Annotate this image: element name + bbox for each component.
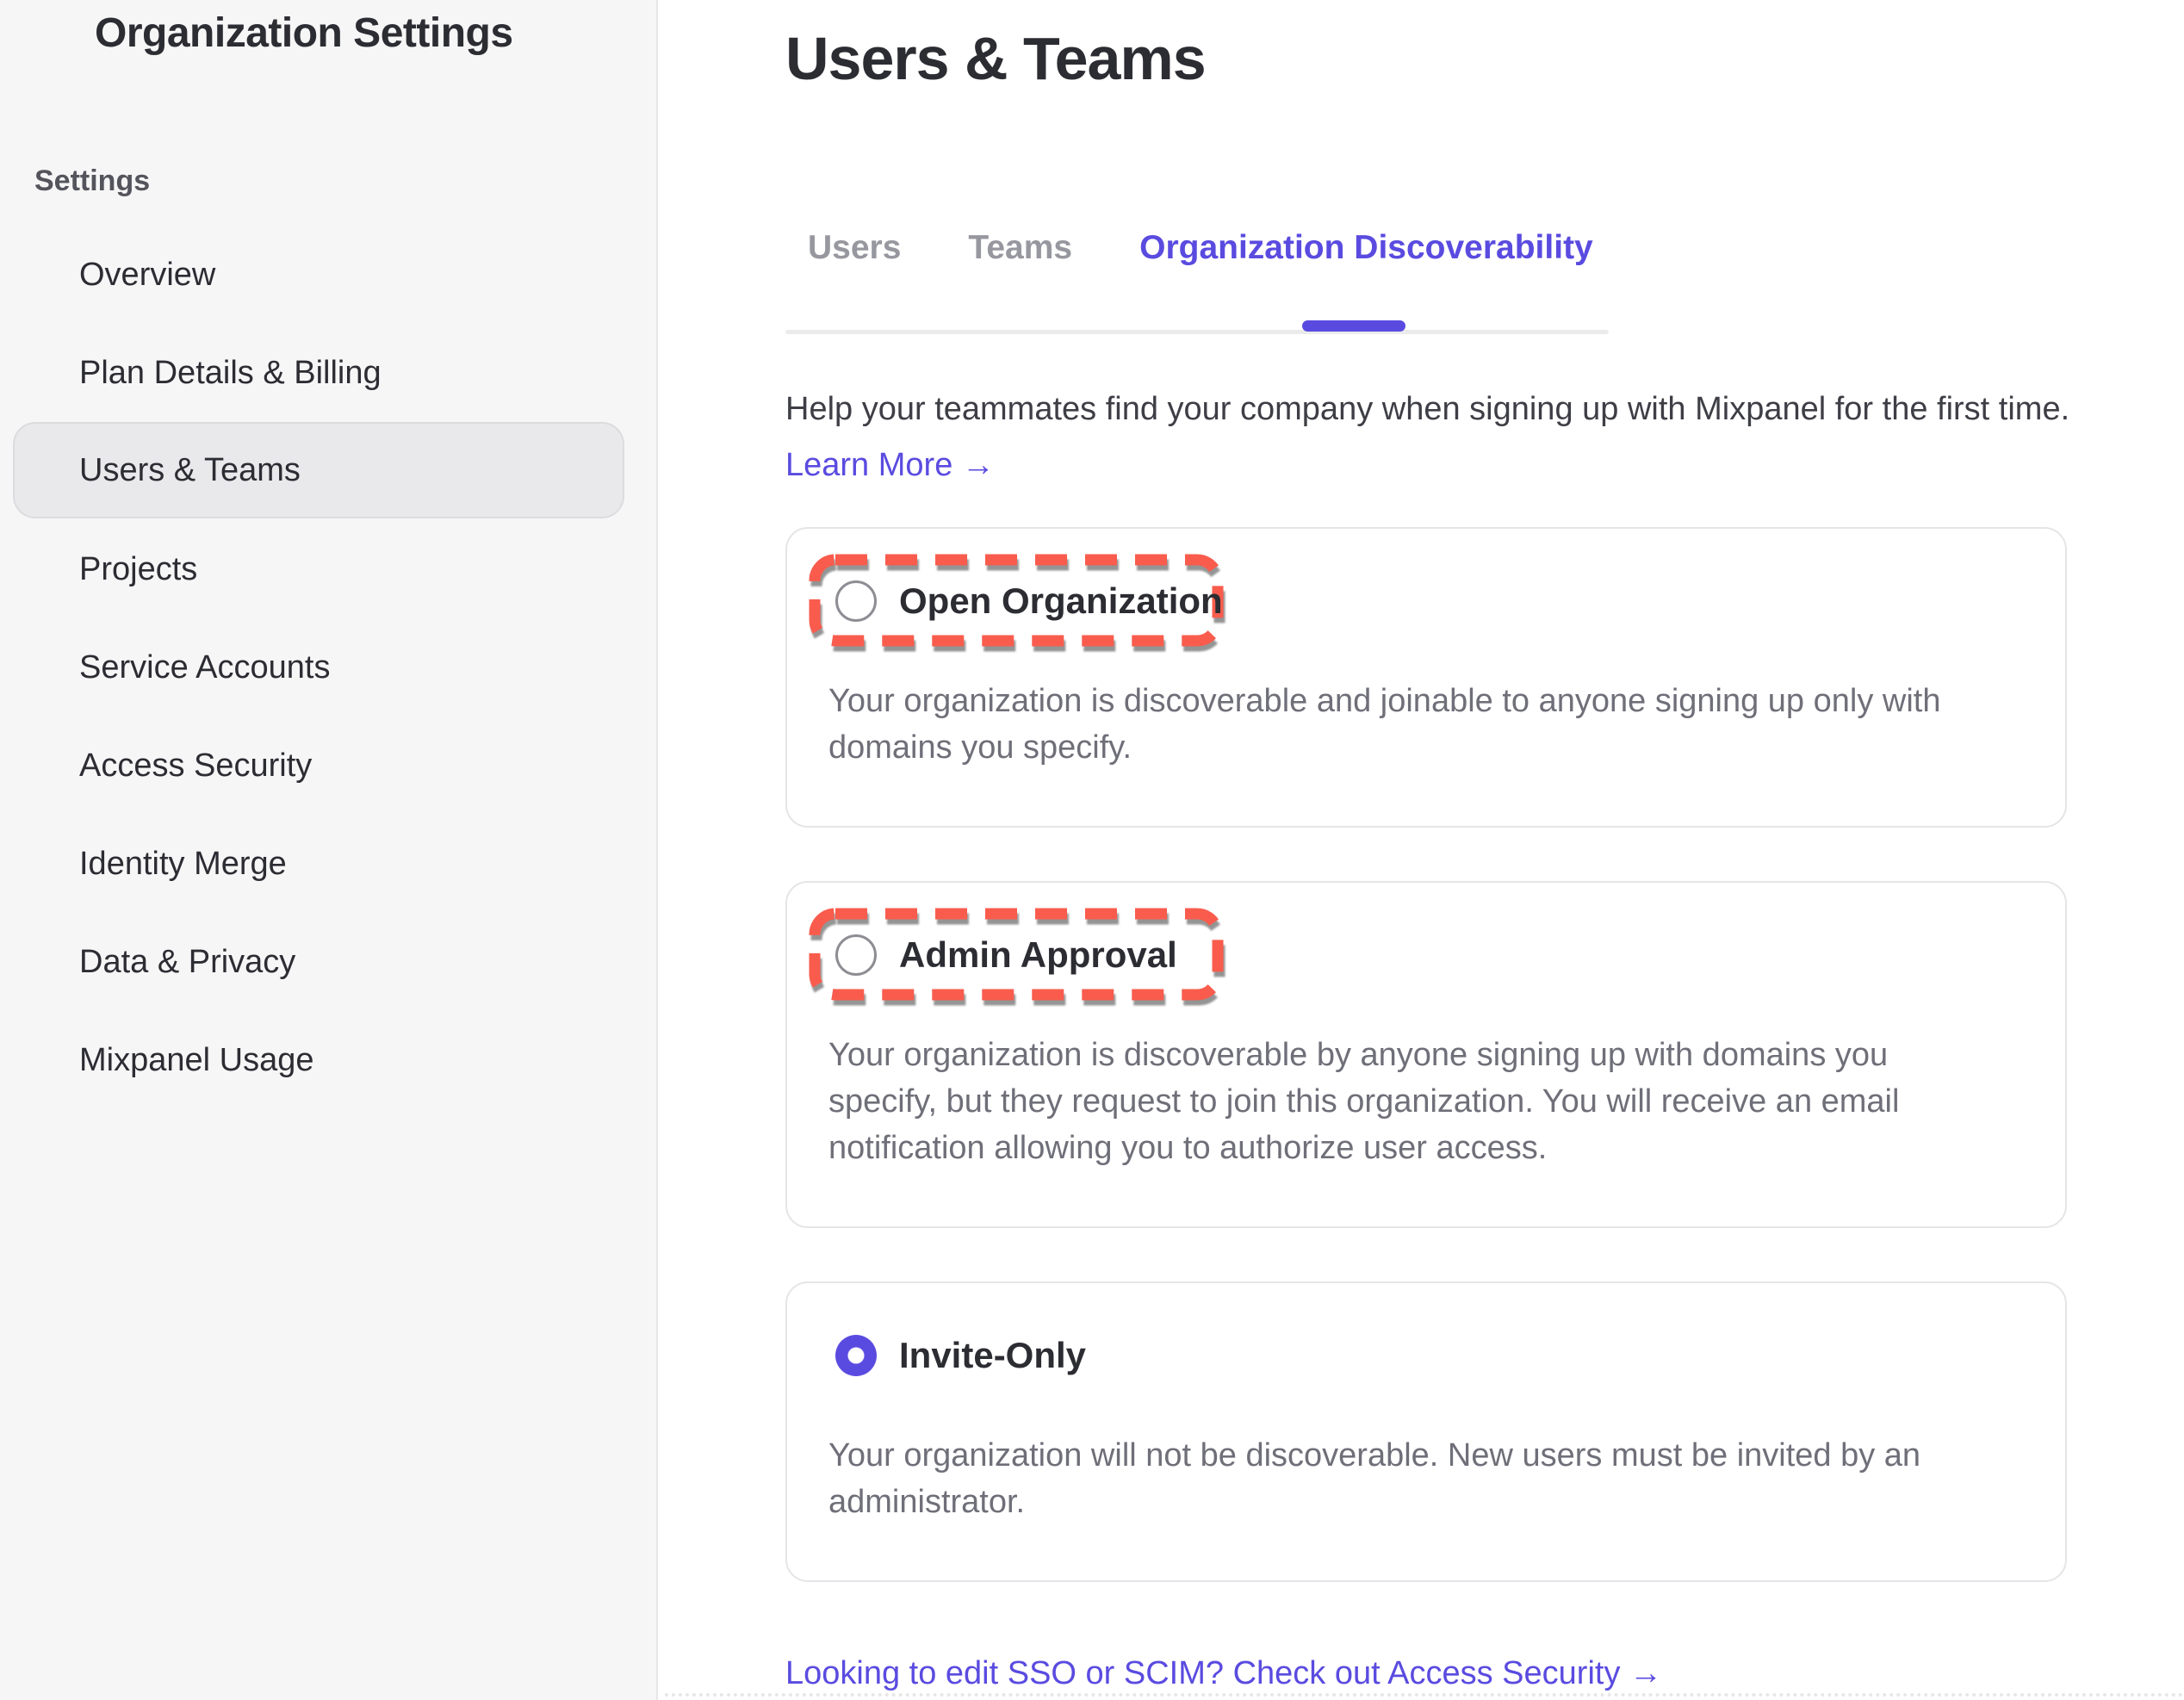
sidebar-item[interactable]: Users & Teams (13, 422, 624, 518)
intro-text: Help your teammates find your company wh… (785, 386, 2069, 432)
sidebar-item-label: Data & Privacy (79, 944, 295, 981)
option-card: Admin Approval Your organization is disc… (785, 881, 2067, 1228)
sidebar-item[interactable]: Overview (0, 226, 656, 324)
sidebar-item-label: Users & Teams (79, 452, 301, 489)
option-card: Open Organization Your organization is d… (785, 527, 2067, 828)
sidebar-item-label: Mixpanel Usage (79, 1042, 313, 1079)
option-description: Your organization is discoverable and jo… (828, 678, 2013, 771)
option-label: Admin Approval (899, 934, 1177, 976)
sidebar-item-label: Plan Details & Billing (79, 355, 382, 392)
page-title: Users & Teams (785, 22, 1206, 95)
option-card: Invite-Only Your organization will not b… (785, 1281, 2067, 1582)
radio-button[interactable] (835, 1335, 877, 1376)
sidebar-section-label: Settings (34, 164, 150, 198)
organization-settings-page: Organization Settings Settings Overview … (0, 0, 2184, 1700)
sidebar: Organization Settings Settings Overview … (0, 0, 658, 1700)
sidebar-item-label: Identity Merge (79, 846, 287, 883)
sidebar-item[interactable]: Mixpanel Usage (0, 1011, 656, 1109)
learn-more-link[interactable]: Learn More → (785, 442, 995, 488)
active-tab-indicator (1302, 320, 1405, 332)
main-content: Users & Teams Users Teams Organization D… (658, 0, 2184, 1700)
tab[interactable]: Users (808, 227, 901, 269)
bottom-dotted-divider (665, 1693, 2184, 1697)
arrow-right-icon: → (1629, 1655, 1662, 1691)
option-label: Invite-Only (899, 1335, 1086, 1376)
sidebar-item-label: Overview (79, 257, 215, 294)
tab-underline-track (785, 330, 1609, 334)
tab-bar: Users Teams Organization Discoverability (808, 227, 1593, 269)
learn-more-label: Learn More (785, 447, 952, 483)
sidebar-item[interactable]: Access Security (0, 717, 656, 815)
sidebar-item[interactable]: Identity Merge (0, 815, 656, 913)
access-security-link[interactable]: Looking to edit SSO or SCIM? Check out A… (785, 1650, 1662, 1697)
radio-button[interactable] (835, 580, 877, 622)
sidebar-item-label: Service Accounts (79, 649, 330, 686)
option-radio-row[interactable]: Invite-Only (835, 1335, 2065, 1376)
option-description: Your organization is discoverable by any… (828, 1032, 2013, 1171)
discoverability-options: Open Organization Your organization is d… (785, 527, 2067, 1582)
option-radio-row[interactable]: Admin Approval (835, 934, 2065, 976)
sidebar-item[interactable]: Service Accounts (0, 618, 656, 717)
sidebar-item-label: Projects (79, 551, 197, 588)
tab[interactable]: Teams (968, 227, 1072, 269)
tab[interactable]: Organization Discoverability (1139, 227, 1593, 269)
arrow-right-icon: → (962, 447, 995, 483)
option-radio-row[interactable]: Open Organization (835, 580, 2065, 622)
option-description: Your organization will not be discoverab… (828, 1432, 2013, 1525)
option-label: Open Organization (899, 580, 1223, 622)
sidebar-nav-list: Overview Plan Details & Billing Users & … (0, 226, 656, 1109)
sidebar-title: Organization Settings (95, 9, 513, 59)
sidebar-item[interactable]: Data & Privacy (0, 913, 656, 1011)
sidebar-item[interactable]: Plan Details & Billing (0, 324, 656, 422)
sidebar-item-label: Access Security (79, 748, 312, 785)
footer-link-label: Looking to edit SSO or SCIM? Check out A… (785, 1655, 1620, 1691)
sidebar-item[interactable]: Projects (0, 520, 656, 618)
radio-button[interactable] (835, 934, 877, 976)
